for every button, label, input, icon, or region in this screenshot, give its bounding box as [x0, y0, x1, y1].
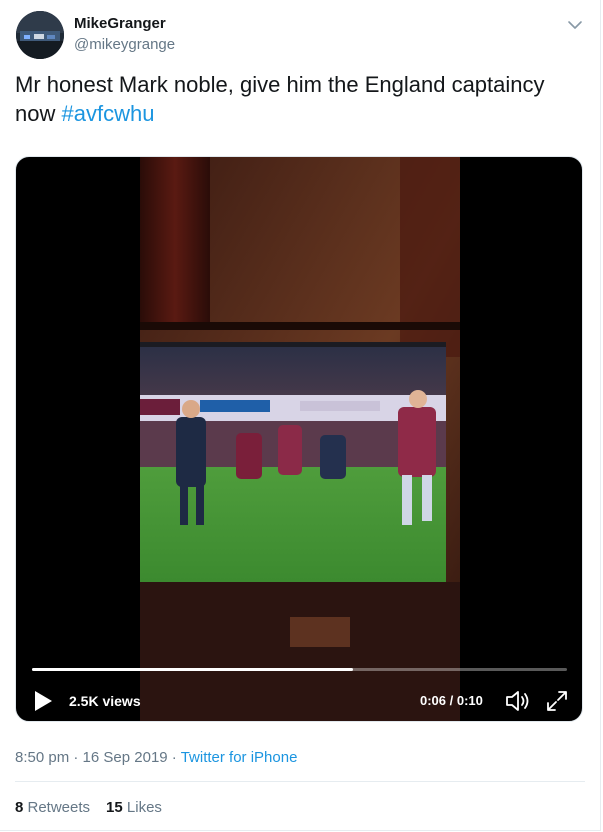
divider: [15, 781, 585, 782]
chevron-down-icon[interactable]: [566, 16, 584, 34]
retweets-label: Retweets: [23, 799, 91, 816]
tweet-date[interactable]: 16 Sep 2019: [83, 749, 168, 766]
hashtag-link[interactable]: #avfcwhu: [61, 101, 154, 126]
tweet-meta: 8:50 pm · 16 Sep 2019 · Twitter for iPho…: [15, 749, 297, 766]
display-name[interactable]: MikeGranger: [74, 15, 166, 32]
tweet-stats: 8 Retweets 15 Likes: [15, 799, 162, 816]
video-player[interactable]: 2.5K views 0:06 / 0:10: [15, 156, 583, 722]
tweet-time[interactable]: 8:50 pm: [15, 749, 69, 766]
view-count: 2.5K views: [69, 693, 141, 709]
meta-separator: ·: [69, 749, 83, 766]
tweet-source-link[interactable]: Twitter for iPhone: [181, 749, 298, 766]
user-handle[interactable]: @mikeygrange: [74, 36, 175, 53]
tweet-text: Mr honest Mark noble, give him the Engla…: [15, 70, 585, 128]
play-icon[interactable]: [33, 690, 53, 712]
video-progress-bar[interactable]: [32, 668, 567, 671]
likes-count: 15: [106, 799, 123, 816]
video-time: 0:06 / 0:10: [420, 693, 483, 708]
avatar[interactable]: [16, 11, 64, 59]
tweet-card: MikeGranger @mikeygrange Mr honest Mark …: [0, 0, 601, 831]
meta-separator: ·: [167, 749, 181, 766]
video-frame: [140, 157, 460, 721]
fullscreen-icon[interactable]: [545, 689, 569, 713]
likes-label: Likes: [122, 799, 162, 816]
likes-stat[interactable]: 15 Likes: [106, 799, 162, 816]
volume-icon[interactable]: [505, 689, 531, 713]
video-progress-fill: [32, 668, 353, 671]
retweets-stat[interactable]: 8 Retweets: [15, 799, 90, 816]
